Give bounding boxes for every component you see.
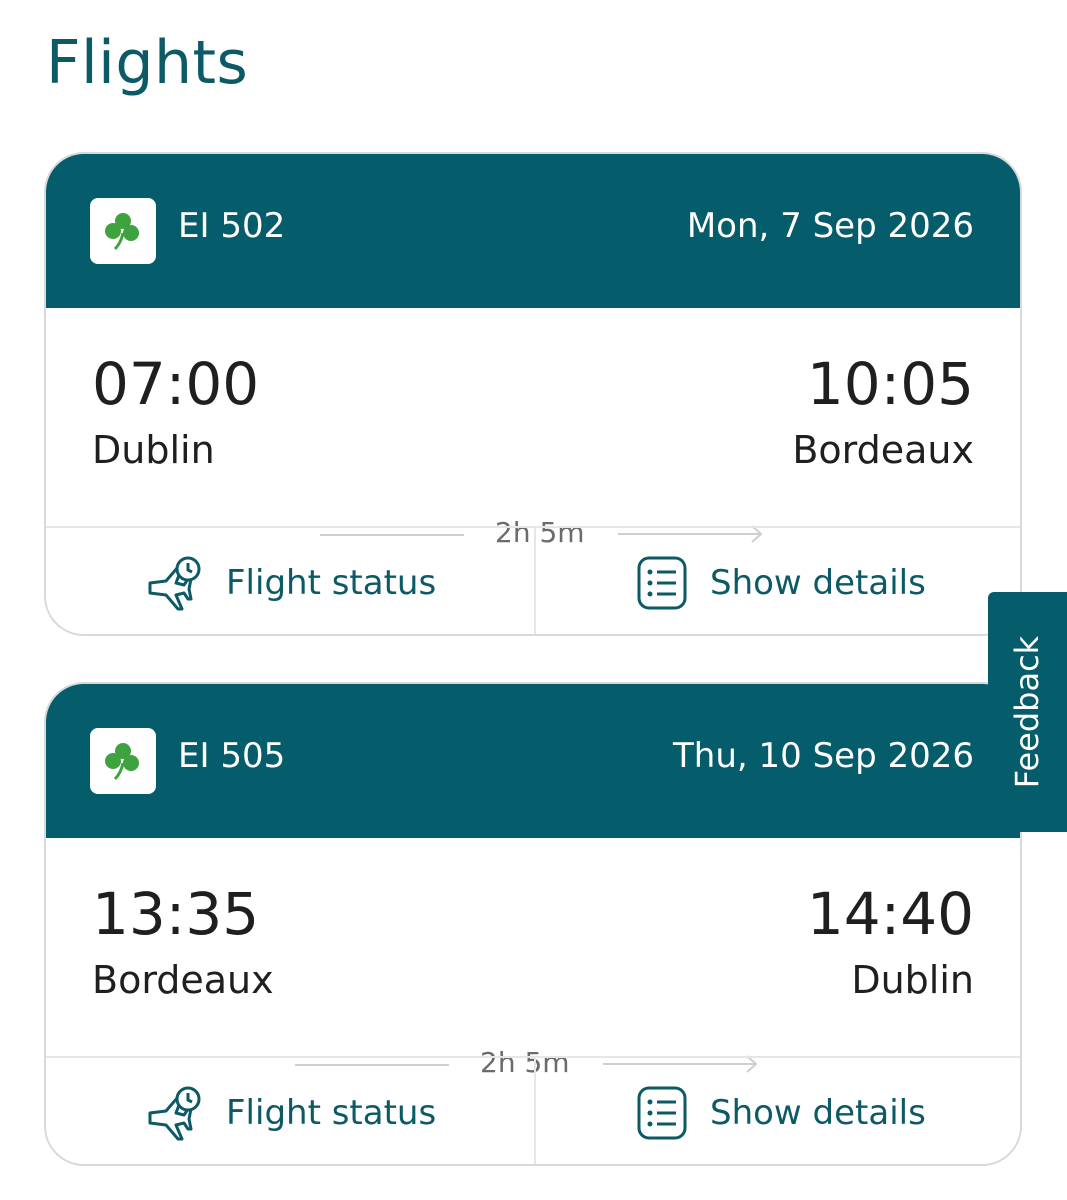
departure-time: 13:35: [92, 880, 260, 948]
flight-card-header: EI 505 Thu, 10 Sep 2026: [46, 684, 1020, 838]
arrival-city: Dublin: [851, 958, 974, 1002]
flight-status-button[interactable]: Flight status: [144, 1058, 437, 1164]
flight-card: EI 505 Thu, 10 Sep 2026 13:35 Bordeaux 1…: [44, 682, 1022, 1166]
airline-logo: [90, 728, 156, 794]
flight-status-label: Flight status: [226, 563, 437, 603]
flight-date: Mon, 7 Sep 2026: [686, 206, 974, 246]
list-document-icon: [637, 556, 687, 610]
flight-card-actions: Flight status Show details: [46, 1056, 1020, 1164]
page-title: Flights: [46, 28, 249, 98]
arrival-time: 14:40: [806, 880, 974, 948]
flight-status-label: Flight status: [226, 1093, 437, 1133]
flight-status-button[interactable]: Flight status: [144, 528, 437, 634]
flight-number: EI 502: [178, 206, 286, 246]
airline-logo: [90, 198, 156, 264]
list-document-icon: [637, 1086, 687, 1140]
arrival-time: 10:05: [806, 350, 974, 418]
departure-city: Dublin: [92, 428, 215, 472]
flight-card-header: EI 502 Mon, 7 Sep 2026: [46, 154, 1020, 308]
flight-card-body: 13:35 Bordeaux 14:40 Dublin: [46, 838, 1020, 1056]
actions-divider: [534, 1058, 536, 1164]
show-details-button[interactable]: Show details: [636, 1058, 926, 1164]
show-details-button[interactable]: Show details: [636, 528, 926, 634]
flight-number: EI 505: [178, 736, 286, 776]
feedback-label: Feedback: [1008, 635, 1047, 789]
shamrock-icon: [105, 743, 139, 781]
show-details-label: Show details: [710, 563, 926, 603]
actions-divider: [534, 528, 536, 634]
departure-city: Bordeaux: [92, 958, 274, 1002]
feedback-tab[interactable]: Feedback: [988, 592, 1067, 832]
flight-card: EI 502 Mon, 7 Sep 2026 07:00 Dublin 10:0…: [44, 152, 1022, 636]
plane-clock-icon: [148, 556, 201, 611]
departure-time: 07:00: [92, 350, 260, 418]
plane-clock-icon: [148, 1086, 201, 1141]
shamrock-icon: [105, 213, 139, 251]
flight-date: Thu, 10 Sep 2026: [673, 736, 974, 776]
show-details-label: Show details: [710, 1093, 926, 1133]
arrival-city: Bordeaux: [792, 428, 974, 472]
flight-card-body: 07:00 Dublin 10:05 Bordeaux: [46, 308, 1020, 526]
flight-card-actions: Flight status Show details: [46, 526, 1020, 634]
